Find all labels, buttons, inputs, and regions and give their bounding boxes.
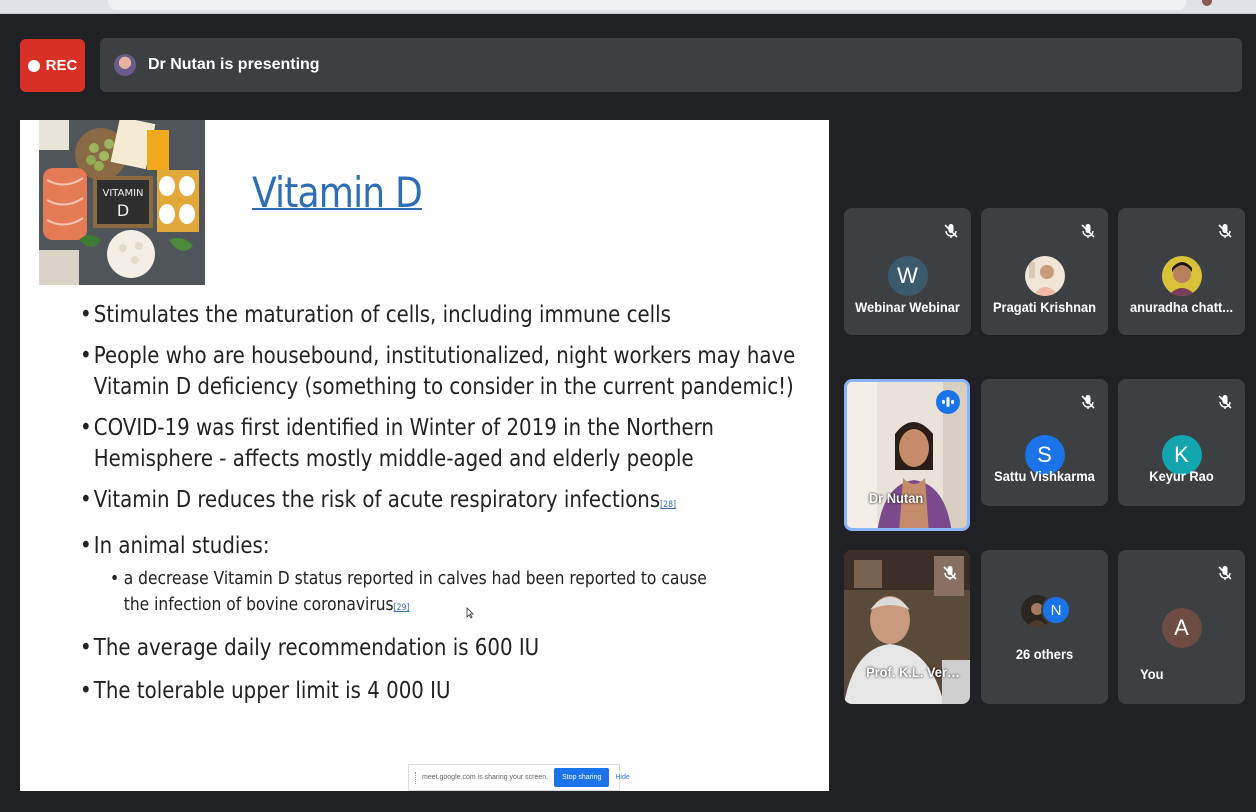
- browser-address-strip: [0, 0, 1256, 14]
- mic-off-icon: [1081, 395, 1095, 409]
- slide-bullet: In animal studies:: [80, 531, 820, 562]
- participant-name: Keyur Rao: [1149, 468, 1214, 484]
- participant-avatar: [1024, 256, 1065, 296]
- drag-handle-icon[interactable]: [415, 771, 416, 784]
- participant-name: Pragati Krishnan: [992, 299, 1097, 315]
- presenter-avatar: [114, 54, 136, 76]
- participant-avatar: N: [1041, 595, 1071, 625]
- mic-off-icon: [943, 566, 957, 580]
- shared-screen-slide: VITAMIN D Vitamin D Stimulates the matur…: [20, 120, 829, 791]
- participant-name: Prof. K.L. Verma: [866, 664, 966, 680]
- others-count: 26 others: [1015, 646, 1074, 662]
- mic-off-icon: [944, 224, 958, 238]
- address-bar[interactable]: [108, 0, 1186, 10]
- mic-off-icon: [1218, 566, 1232, 580]
- stop-sharing-button[interactable]: Stop sharing: [554, 768, 610, 787]
- citation-link[interactable]: [28]: [660, 500, 676, 510]
- record-dot-icon: [27, 59, 40, 72]
- slide-bullet-list: Stimulates the maturation of cells, incl…: [80, 300, 820, 707]
- mic-off-icon: [1081, 224, 1095, 238]
- participant-tile[interactable]: Pragati Krishnan: [981, 208, 1108, 335]
- self-name: You: [1140, 666, 1164, 682]
- participant-tile[interactable]: W Webinar Webinar: [844, 208, 971, 335]
- participant-name: Webinar Webinar: [855, 299, 960, 315]
- presenting-bar: Dr Nutan is presenting: [100, 38, 1242, 92]
- slide-bullet: COVID-19 was first identified in Winter …: [80, 413, 820, 475]
- citation-link[interactable]: [29]: [394, 603, 410, 613]
- hide-button[interactable]: Hide: [615, 774, 629, 781]
- presenting-label: Dr Nutan is presenting: [148, 56, 320, 73]
- svg-text:VITAMIN: VITAMIN: [102, 188, 143, 199]
- mic-off-icon: [1218, 224, 1232, 238]
- screen-share-notification: meet.google.com is sharing your screen. …: [408, 764, 630, 791]
- participant-tile[interactable]: S Sattu Vishkarma: [981, 379, 1108, 506]
- participant-name: anuradha chatt...: [1129, 299, 1234, 315]
- slide-bullet: People who are housebound, institutional…: [80, 341, 820, 403]
- mouse-cursor-icon: [466, 607, 474, 619]
- profile-avatar[interactable]: [1202, 0, 1212, 6]
- self-avatar: A: [1161, 608, 1202, 648]
- slide-bullet: The average daily recommendation is 600 …: [80, 633, 820, 664]
- participant-avatar: W: [887, 256, 928, 296]
- participant-name: Sattu Vishkarma: [994, 468, 1095, 484]
- participant-tile[interactable]: anuradha chatt...: [1118, 208, 1245, 335]
- recording-label: REC: [45, 57, 78, 74]
- slide-bullet: Stimulates the maturation of cells, incl…: [80, 300, 820, 331]
- participant-name: Dr Nutan: [868, 490, 924, 506]
- participant-avatar: [1161, 256, 1202, 296]
- self-tile[interactable]: A You: [1118, 550, 1245, 704]
- slide-title: Vitamin D: [252, 168, 423, 217]
- vitamin-d-food-photo: VITAMIN D: [39, 120, 205, 285]
- participant-video-tile[interactable]: Dr Nutan: [844, 379, 970, 531]
- others-tile[interactable]: N 26 others: [981, 550, 1108, 704]
- participant-tile[interactable]: K Keyur Rao: [1118, 379, 1245, 506]
- mic-off-icon: [1218, 395, 1232, 409]
- recording-badge[interactable]: REC: [20, 39, 85, 92]
- slide-bullet: Vitamin D reduces the risk of acute resp…: [80, 485, 820, 521]
- participant-video-tile[interactable]: Prof. K.L. Verma: [844, 550, 970, 704]
- svg-text:D: D: [117, 201, 129, 220]
- speaking-indicator-icon: [936, 390, 960, 414]
- slide-bullet: The tolerable upper limit is 4 000 IU: [80, 676, 820, 707]
- slide-sub-bullet: a decrease Vitamin D status reported in …: [110, 566, 712, 621]
- sharing-message: meet.google.com is sharing your screen.: [422, 774, 549, 781]
- others-avatar-stack: N: [1021, 595, 1071, 627]
